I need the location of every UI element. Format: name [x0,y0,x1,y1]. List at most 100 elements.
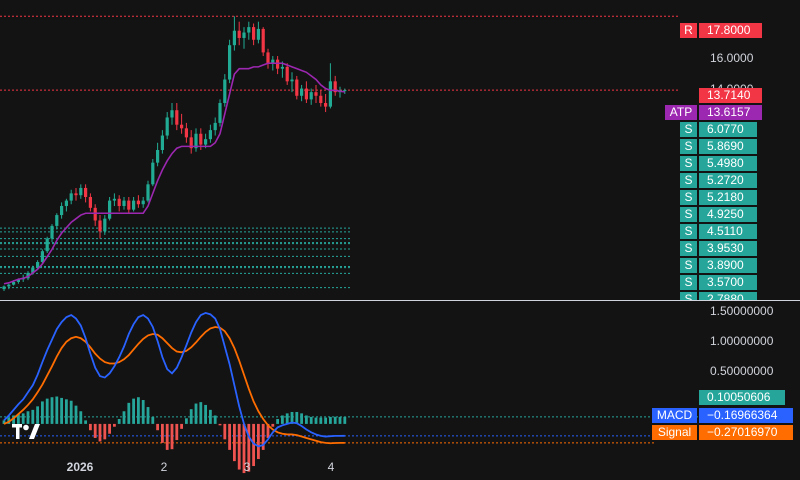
support-value-tag: 3.5700 [699,275,757,290]
time-axis-label: 2 [160,460,168,474]
support-label-tag: S [680,258,697,273]
atp-label-tag: ATP [665,105,697,120]
candle-body [237,30,241,38]
histogram-bar [276,418,279,424]
histogram-bar [108,423,111,434]
candles [2,16,347,291]
signal-value-tag: −0.27016970 [699,425,793,440]
support-value-tag: 3.8900 [699,258,757,273]
support-value-tag: 2.7880 [699,292,757,300]
time-axis-label: 4 [327,460,335,474]
histogram-bar [45,398,49,424]
candle-body [213,122,217,131]
histogram-bar [257,423,260,460]
candle-body [204,139,208,145]
support-label-tag: S [680,190,697,205]
candle-body [280,66,284,69]
resistance-value-tag: 17.8000 [699,23,762,38]
histogram-bar [55,396,59,424]
histogram-value-tag: 0.10050606 [699,390,785,405]
support-label-tag: S [680,275,697,290]
candle-body [223,79,227,104]
candle-body [199,133,203,145]
histogram-bar [295,411,299,424]
candle-body [304,88,308,100]
candle-body [252,27,256,40]
histogram-bar [271,423,275,427]
support-label-tag: S [680,292,697,300]
histogram-bar [233,423,236,462]
histogram-bar [141,400,145,424]
macd-tick: 1.50000000 [710,304,774,318]
macd-panel [0,311,700,474]
macd-line [3,311,345,448]
histogram-bar [127,402,131,424]
candle-body [156,150,160,163]
candle-body [79,187,83,196]
candle-body [319,95,323,104]
candle-body [175,110,179,125]
candle-body [40,251,44,263]
candle-body [69,193,73,201]
candle-body [261,28,265,53]
histogram-bar [156,423,159,431]
histogram-bar [209,409,212,424]
histogram-bar [314,417,318,424]
histogram-bar [69,400,73,424]
histogram-bar [218,423,222,426]
support-label-tag: S [680,224,697,239]
candle-body [88,196,92,208]
support-label-tag: S [680,122,697,137]
histogram-bar [122,411,126,424]
candle-body [266,52,270,64]
candle-body [60,206,64,216]
candle-body [232,30,236,46]
support-label-tag: S [680,241,697,256]
candle-body [314,92,318,96]
support-label-tag: S [680,139,697,154]
histogram-bar [161,423,164,443]
histogram-bar [324,417,327,424]
support-value-tag: 5.4980 [699,156,757,171]
candle-body [151,162,155,185]
histogram-bar [309,416,313,424]
macd-label-tag: MACD [652,408,697,423]
candle-body [50,225,54,239]
candle-body [2,286,6,290]
candle-body [7,284,11,287]
histogram-bar [93,423,97,438]
support-label-tag: S [680,156,697,171]
candle-body [127,200,131,210]
candle-body [208,130,212,140]
histogram-bar [223,423,227,440]
histogram-bar [137,397,140,424]
candle-body [146,184,150,201]
candle-body [122,200,126,207]
histogram-bar [300,413,303,424]
histogram-bar [285,413,289,424]
histogram-bar [79,411,83,424]
histogram-bar [117,418,121,424]
support-value-tag: 5.2180 [699,190,757,205]
histogram-bar [343,416,347,424]
candle-body [300,88,304,96]
candle-body [242,32,246,38]
candle-body [132,200,136,210]
signal-label-tag: Signal [652,425,697,440]
histogram-bar [319,417,323,424]
histogram-bar [204,404,207,424]
candle-body [276,59,280,69]
candle-body [324,103,328,107]
histogram-bar [146,407,150,424]
candle-body [285,66,289,82]
histogram-bar [305,415,308,424]
histogram-bar [237,423,241,470]
histogram-bar [228,423,231,450]
time-axis-label: 2026 [66,460,94,474]
histogram-bar [132,398,135,424]
candle-body [165,117,169,136]
candle-body [93,207,97,221]
support-label-tag: S [680,173,697,188]
support-value-tag: 4.9250 [699,207,757,222]
histogram-bar [151,416,155,424]
